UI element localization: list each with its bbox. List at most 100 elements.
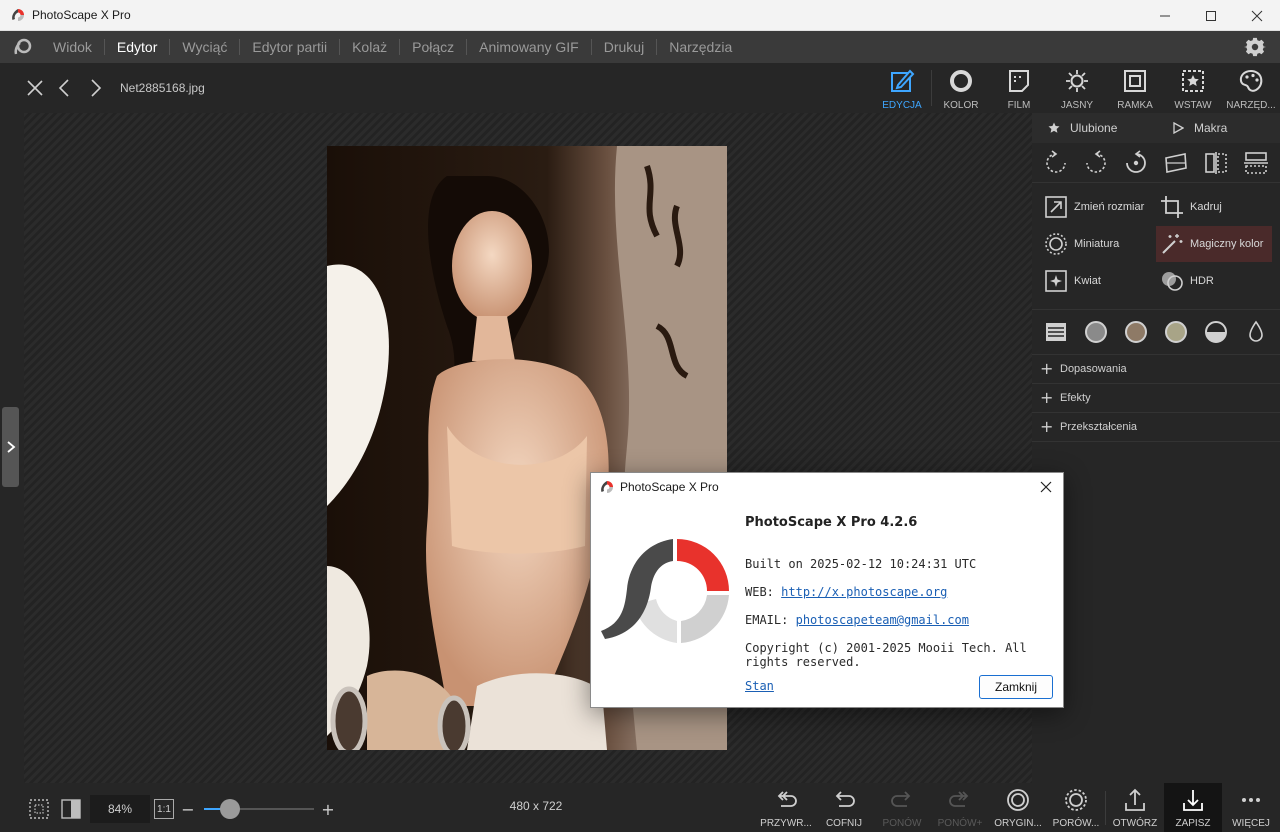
tool-magic-color[interactable]: Magiczny kolor	[1156, 226, 1272, 262]
compare-button[interactable]: PORÓW...	[1047, 783, 1105, 832]
bloom-icon	[1045, 270, 1067, 292]
tab-wstaw[interactable]: WSTAW	[1164, 63, 1222, 113]
swatch-brown-icon[interactable]	[1124, 320, 1148, 344]
section-effects[interactable]: + Efekty	[1032, 384, 1280, 413]
redo-all-button[interactable]: PONÓW+	[931, 783, 989, 832]
tab-ramka[interactable]: RAMKA	[1106, 63, 1164, 113]
undo-button[interactable]: COFNIJ	[815, 783, 873, 832]
email-link[interactable]: photoscapeteam@gmail.com	[796, 613, 969, 627]
menu-widok[interactable]: Widok	[41, 31, 104, 63]
actual-size-button[interactable]: 1:1	[154, 799, 174, 819]
tab-label: EDYCJA	[882, 100, 922, 111]
web-label: WEB:	[745, 585, 774, 599]
favorites-label: Ulubione	[1070, 121, 1118, 135]
menu-edytor-partii[interactable]: Edytor partii	[240, 31, 339, 63]
menu-kolaz[interactable]: Kolaż	[340, 31, 399, 63]
editor-toolbar: Net2885168.jpg EDYCJA KOLOR FILM JASNY R…	[0, 63, 1280, 113]
tool-miniature[interactable]: Miniatura	[1040, 226, 1156, 262]
redo-button[interactable]: PONÓW	[873, 783, 931, 832]
swatch-half-icon[interactable]	[1204, 320, 1228, 344]
tab-narzedzia[interactable]: NARZĘD...	[1222, 63, 1280, 113]
mode-tabs: EDYCJA KOLOR FILM JASNY RAMKA WSTAW NARZ…	[873, 63, 1280, 113]
next-image-button[interactable]	[84, 77, 106, 99]
split-view-icon[interactable]	[60, 798, 82, 820]
home-button[interactable]	[11, 35, 35, 59]
crop-icon	[1161, 196, 1183, 218]
tab-edycja[interactable]: EDYCJA	[873, 63, 931, 113]
maximize-button[interactable]	[1188, 0, 1234, 31]
flip-vertical-icon[interactable]	[1243, 150, 1269, 176]
settings-gear-icon[interactable]	[1244, 36, 1266, 58]
zoom-level[interactable]: 84%	[90, 795, 150, 823]
section-transforms[interactable]: + Przekształcenia	[1032, 413, 1280, 442]
tool-label: Magiczny kolor	[1190, 238, 1264, 250]
zoom-out-button[interactable]: −	[180, 800, 196, 819]
menu-wyciac[interactable]: Wyciąć	[170, 31, 239, 63]
rotate-left-icon[interactable]	[1043, 149, 1069, 176]
tool-label: Miniatura	[1074, 238, 1120, 250]
plus-icon: +	[1040, 388, 1054, 407]
minimize-button[interactable]	[1142, 0, 1188, 31]
tab-film[interactable]: FILM	[990, 63, 1048, 113]
menu-narzedzia[interactable]: Narzędzia	[657, 31, 744, 63]
straighten-icon[interactable]	[1163, 150, 1189, 176]
zoom-slider-knob[interactable]	[220, 799, 241, 819]
section-label: Dopasowania	[1060, 363, 1127, 375]
tab-jasny[interactable]: JASNY	[1048, 63, 1106, 113]
select-area-icon[interactable]	[28, 798, 50, 820]
tool-hdr[interactable]: HDR	[1156, 263, 1272, 299]
rotate-free-icon[interactable]	[1123, 149, 1149, 176]
web-link[interactable]: http://x.photoscape.org	[781, 585, 947, 599]
tool-crop[interactable]: Kadruj	[1156, 189, 1272, 225]
dialog-close-button[interactable]	[1035, 476, 1057, 498]
original-button[interactable]: ORYGIN...	[989, 783, 1047, 832]
tool-bloom[interactable]: Kwiat	[1040, 263, 1156, 299]
close-window-button[interactable]	[1234, 0, 1280, 31]
app-logo-icon	[601, 481, 613, 493]
flip-horizontal-icon[interactable]	[1203, 150, 1229, 176]
revert-button[interactable]: PRZYWR...	[757, 783, 815, 832]
save-icon	[1183, 790, 1203, 811]
transform-buttons	[1032, 143, 1280, 183]
undo-icon	[835, 791, 855, 807]
menu-animowany-gif[interactable]: Animowany GIF	[467, 31, 591, 63]
edit-tools-panel: Ulubione Makra Zmień rozmiar Kadruj Mini…	[1032, 113, 1280, 783]
drop-icon[interactable]	[1244, 320, 1268, 344]
macros-label: Makra	[1194, 121, 1228, 135]
status-link[interactable]: Stan	[745, 679, 774, 693]
menu-edytor[interactable]: Edytor	[105, 31, 169, 63]
menu-polacz[interactable]: Połącz	[400, 31, 466, 63]
redo-all-icon	[949, 791, 969, 807]
zoom-in-button[interactable]: +	[320, 800, 336, 819]
close-dialog-button[interactable]: Zamknij	[979, 675, 1053, 699]
open-share-button[interactable]: OTWÓRZ	[1106, 783, 1164, 832]
edit-icon	[891, 69, 915, 92]
tab-kolor[interactable]: KOLOR	[932, 63, 990, 113]
save-button[interactable]: ZAPISZ	[1164, 783, 1222, 832]
window-title: PhotoScape X Pro	[32, 8, 131, 22]
tool-resize[interactable]: Zmień rozmiar	[1040, 189, 1156, 225]
tab-label: WSTAW	[1174, 100, 1212, 111]
action-label: WIĘCEJ	[1232, 818, 1270, 829]
swatch-olive-icon[interactable]	[1164, 320, 1188, 344]
section-adjustments[interactable]: + Dopasowania	[1032, 355, 1280, 384]
previous-image-button[interactable]	[54, 77, 76, 99]
action-label: ORYGIN...	[994, 818, 1042, 829]
macros-button[interactable]: Makra	[1156, 121, 1280, 135]
expand-sidebar-button[interactable]	[2, 407, 19, 487]
menu-drukuj[interactable]: Drukuj	[592, 31, 656, 63]
more-button[interactable]: WIĘCEJ	[1222, 783, 1280, 832]
swatch-gray-icon[interactable]	[1084, 320, 1108, 344]
tool-label: Zmień rozmiar	[1074, 201, 1145, 213]
zoom-slider[interactable]	[204, 799, 314, 819]
image-dimensions: 480 x 722	[509, 799, 563, 813]
app-logo-icon	[12, 9, 24, 21]
close-image-button[interactable]	[24, 77, 46, 99]
list-icon[interactable]	[1044, 320, 1068, 344]
about-dialog: PhotoScape X Pro PhotoScape X Pro 4.2.6 …	[590, 472, 1064, 708]
rotate-right-icon[interactable]	[1083, 149, 1109, 176]
favorites-button[interactable]: Ulubione	[1032, 121, 1156, 135]
action-label: ZAPISZ	[1175, 818, 1211, 829]
dialog-title-bar: PhotoScape X Pro	[591, 473, 1063, 501]
close-icon	[1040, 481, 1052, 493]
